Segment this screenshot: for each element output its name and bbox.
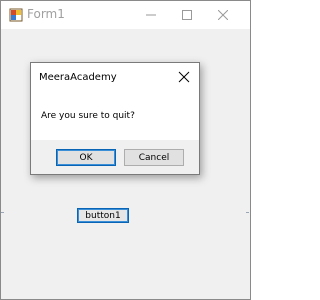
close-button[interactable] xyxy=(207,1,239,29)
button1[interactable]: button1 xyxy=(77,208,129,223)
close-icon xyxy=(218,10,228,20)
messagebox-close-icon[interactable] xyxy=(178,71,190,83)
ok-button[interactable]: OK xyxy=(56,149,116,166)
app-icon xyxy=(9,8,23,22)
ok-button-label: OK xyxy=(79,152,93,163)
right-edge-tick xyxy=(246,212,249,213)
messagebox-message: Are you sure to quit? xyxy=(41,111,135,121)
messagebox-dialog: MeeraAcademy Are you sure to quit? OK Ca… xyxy=(30,62,200,175)
left-edge-tick xyxy=(1,212,4,213)
cancel-button-label: Cancel xyxy=(138,152,170,163)
form1-window: Form1 button1 MeeraAcademy Are you sure … xyxy=(0,0,251,300)
maximize-icon xyxy=(182,10,192,20)
title-bar[interactable]: Form1 xyxy=(1,1,250,29)
button1-label: button1 xyxy=(85,210,121,221)
cancel-button[interactable]: Cancel xyxy=(124,149,184,166)
maximize-button[interactable] xyxy=(171,1,203,29)
minimize-icon xyxy=(146,14,156,16)
minimize-button[interactable] xyxy=(135,1,167,29)
messagebox-footer: OK Cancel xyxy=(31,140,199,174)
messagebox-title: MeeraAcademy xyxy=(39,72,117,83)
window-title: Form1 xyxy=(27,7,65,21)
